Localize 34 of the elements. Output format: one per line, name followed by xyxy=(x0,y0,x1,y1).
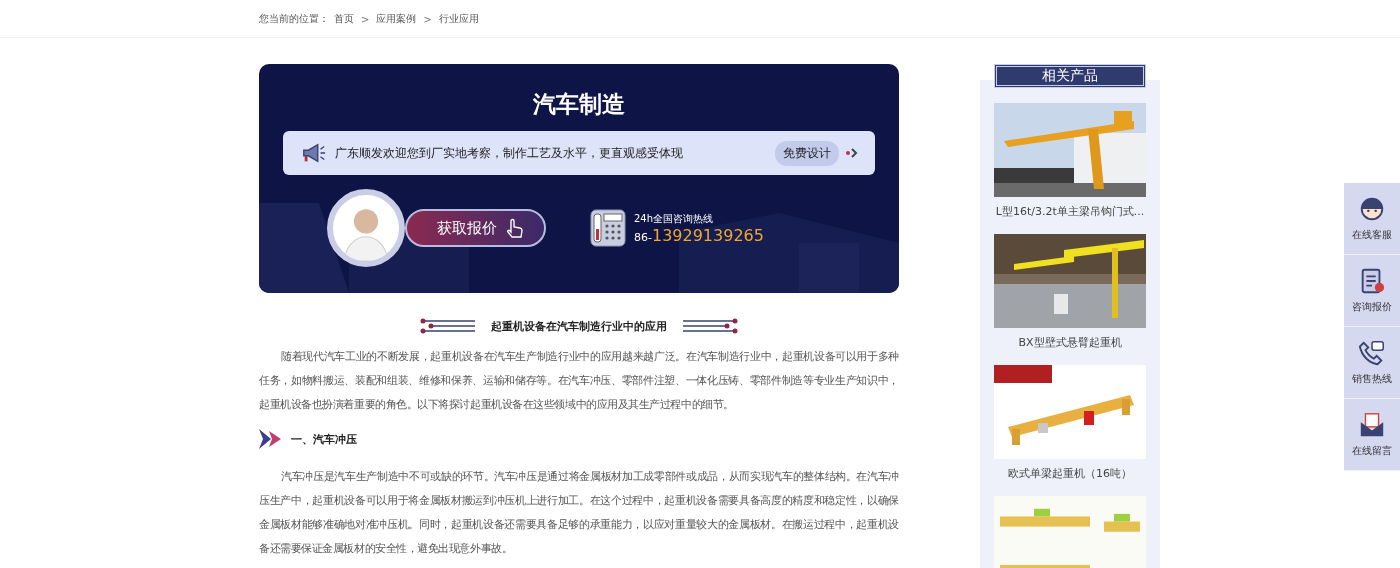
notice-text: 广东顺发欢迎您到厂实地考察，制作工艺及水平，更直观感受体现 xyxy=(335,145,684,161)
envelope-icon xyxy=(1358,411,1386,439)
pointer-hand-icon xyxy=(504,218,523,238)
telephone-icon xyxy=(590,209,626,247)
breadcrumb-label: 您当前的位置： xyxy=(259,12,329,26)
free-design-button[interactable]: 免费设计 xyxy=(775,140,839,166)
megaphone-icon xyxy=(301,142,327,164)
product-caption[interactable]: BX型壁式悬臂起重机 xyxy=(1018,335,1122,350)
hotline-label: 24h全国咨询热线 xyxy=(634,211,715,226)
phone-chat-icon xyxy=(1358,339,1386,367)
breadcrumb-link[interactable]: 行业应用 xyxy=(438,12,479,26)
dock-item[interactable]: 在线留言 xyxy=(1344,399,1400,471)
banner-title: 汽车制造 xyxy=(533,90,625,119)
product-caption[interactable]: L型16t/3.2t单主梁吊钩门式... xyxy=(995,204,1145,219)
article-paragraph: 汽车冲压是汽车生产制造中不可或缺的环节。汽车冲压是通过将金属板材加工成零部件或成品，从而实现汽车的整体结构。在汽车冲压生产中，起重机设备可以用于将金属板材搬运到冲压机上进行加工。在这个过程中，起重机设备需要具备高度的精度和稳定性，以确保金属板材能够准确地对准冲压机。同时，起重机设备还需要具备足够的承重能力，以应对重量较大的金属板材。在搬运过程中，起重机设备还需要保证金属板材的安全性，避免出现意外事故。 xyxy=(259,469,899,556)
breadcrumb-link[interactable]: 首页 xyxy=(334,12,354,26)
ornament-icon xyxy=(681,318,739,334)
breadcrumb-separator: > xyxy=(423,13,432,25)
product-caption[interactable]: 欧式单梁起重机（16吨） xyxy=(1008,466,1132,481)
headset-person-icon xyxy=(1358,195,1386,223)
hotline-number: 13929139265 xyxy=(651,225,764,245)
article-paragraph: 随着现代汽车工业的不断发展，起重机设备在汽车生产制造行业中的应用越来越广泛。在汽车制造行业中，起重机设备可以用于多种任务，如物料搬运、装配和组装、维修和保养、运输和储存等。在汽车冲压、零部件注塑、一体化压铸、零部件制造等专业生产知识中，起重机设备也扮演着重要的角色。以下将探讨起重机设备在这些领域中的应用及其生产过程中的细节。 xyxy=(259,349,899,412)
dock-item[interactable]: 销售热线 xyxy=(1344,327,1400,399)
section-heading: 一、汽车冲压 xyxy=(291,431,357,447)
breadcrumb-link[interactable]: 应用案例 xyxy=(376,12,417,26)
article-title: 起重机设备在汽车制造行业中的应用 xyxy=(491,318,667,334)
ornament-icon xyxy=(419,318,477,334)
breadcrumb-separator: > xyxy=(361,13,370,25)
get-quote-button[interactable]: 获取报价 xyxy=(405,209,546,247)
hotline-prefix: 86- xyxy=(634,230,652,244)
sidebar-title: 相关产品 xyxy=(994,64,1146,88)
dock-item[interactable]: 在线客服 xyxy=(1344,183,1400,255)
chevron-right-icon[interactable] xyxy=(845,146,859,160)
dock-item[interactable]: 咨询报价 xyxy=(1344,255,1400,327)
